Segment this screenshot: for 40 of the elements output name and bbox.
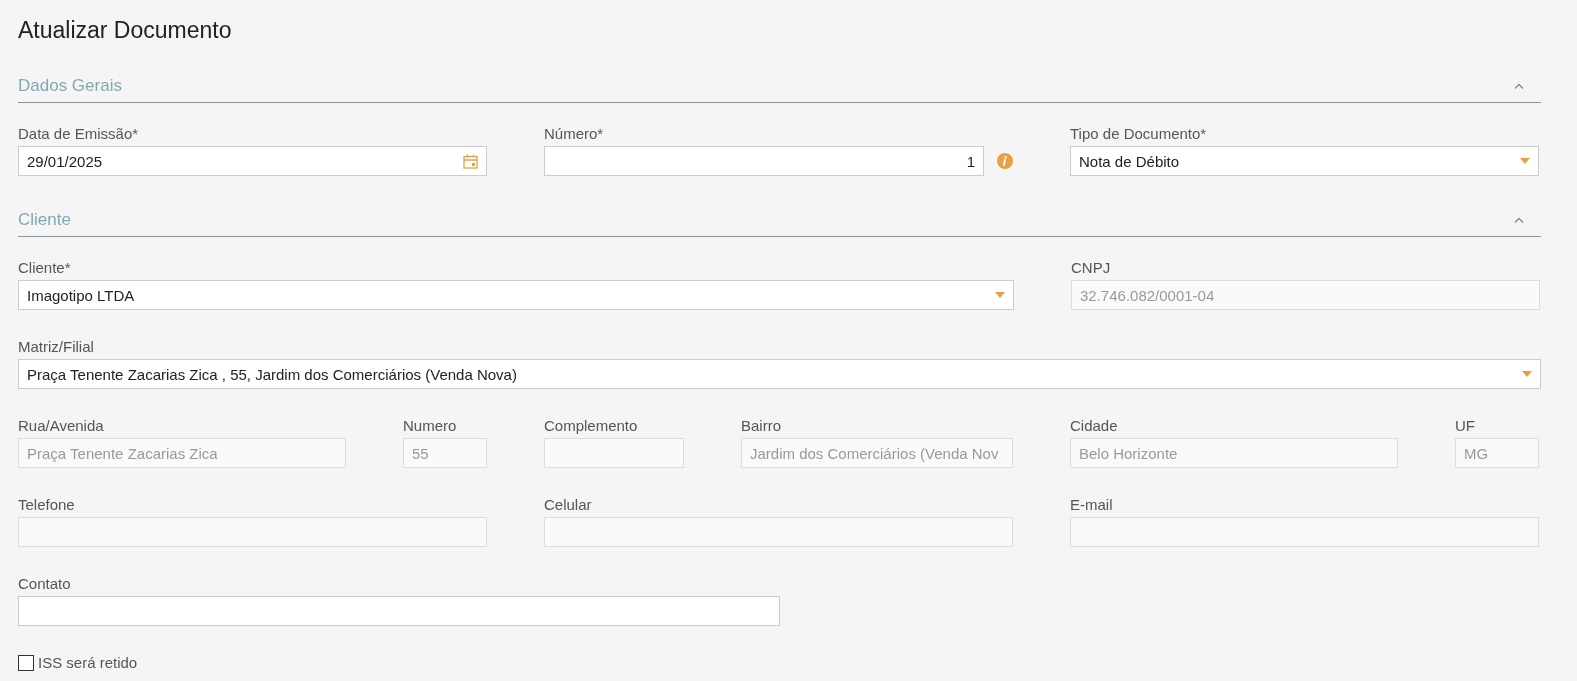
field-label: Telefone bbox=[18, 496, 76, 514]
collapse-chevron-icon[interactable] bbox=[1514, 217, 1524, 223]
field-label: E-mail bbox=[1070, 496, 1114, 514]
field-label: Rua/Avenida bbox=[18, 417, 105, 435]
field-label: Matriz/Filial bbox=[18, 338, 95, 356]
field-label: UF bbox=[1455, 417, 1476, 435]
collapse-chevron-icon[interactable] bbox=[1514, 83, 1524, 89]
dropdown-caret-icon bbox=[1520, 158, 1530, 164]
field-label: Celular bbox=[544, 496, 593, 514]
readonly-field: MG bbox=[1455, 438, 1539, 468]
readonly-field: 55 bbox=[403, 438, 487, 468]
number-field[interactable]: 1 bbox=[544, 146, 984, 176]
field-label: Cliente* bbox=[18, 259, 72, 277]
field-label: CNPJ bbox=[1071, 259, 1112, 277]
section-title: Cliente bbox=[18, 210, 71, 230]
field-label: Número* bbox=[544, 125, 605, 143]
page-title: Atualizar Documento bbox=[18, 16, 233, 45]
field-label: Tipo de Documento* bbox=[1070, 125, 1208, 143]
checkbox-label[interactable]: ISS será retido bbox=[38, 654, 138, 671]
section-title: Dados Gerais bbox=[18, 76, 122, 96]
info-icon[interactable] bbox=[997, 153, 1013, 169]
dropdown-field[interactable]: Praça Tenente Zacarias Zica , 55, Jardim dos Comerciários (Venda Nova) bbox=[18, 359, 1541, 389]
readonly-field: 32.746.082/0001-04 bbox=[1071, 280, 1540, 310]
field-label: Data de Emissão* bbox=[18, 125, 140, 143]
dropdown-field[interactable]: Nota de Débito bbox=[1070, 146, 1539, 176]
dropdown-caret-icon bbox=[995, 292, 1005, 298]
date-field[interactable]: 29/01/2025 bbox=[18, 146, 487, 176]
text-field[interactable] bbox=[18, 596, 780, 626]
readonly-field: Praça Tenente Zacarias Zica bbox=[18, 438, 346, 468]
readonly-field: Belo Horizonte bbox=[1070, 438, 1398, 468]
checkbox[interactable] bbox=[18, 654, 34, 671]
field-label: Bairro bbox=[741, 417, 782, 435]
field-label: Cidade bbox=[1070, 417, 1119, 435]
dropdown-caret-icon bbox=[1522, 371, 1532, 377]
field-label: Contato bbox=[18, 575, 72, 593]
field-label: Complemento bbox=[544, 417, 639, 435]
field-label: Numero bbox=[403, 417, 458, 435]
dropdown-field[interactable]: Imagotipo LTDA bbox=[18, 280, 1014, 310]
calendar-icon[interactable] bbox=[463, 153, 478, 169]
readonly-field: Jardim dos Comerciários (Venda Nov bbox=[741, 438, 1013, 468]
